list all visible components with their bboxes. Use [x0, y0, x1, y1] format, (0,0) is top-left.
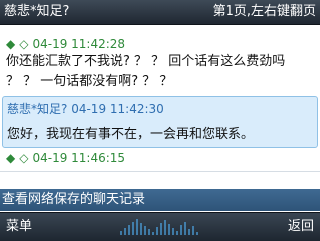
- message-2-highlight[interactable]: 慈悲*知足? 04-19 11:42:30 您好，我现在有事不在，一会再和您联系…: [2, 96, 318, 148]
- message-1-header: ◆ ◇ 04-19 11:42:28: [6, 37, 125, 51]
- message-3-header: ◆ ◇ 04-19 11:46:15: [6, 151, 125, 165]
- message-1-time: 04-19 11:42:28: [32, 37, 126, 51]
- message-2-header: 慈悲*知足? 04-19 11:42:30: [7, 100, 164, 117]
- message-2-time: 04-19 11:42:30: [71, 102, 164, 116]
- message-1-line-2: ？ ？ 一句话都没有啊? ？ ？: [6, 74, 173, 89]
- message-2-sender: 慈悲*知足?: [7, 102, 68, 116]
- back-softkey[interactable]: 返回: [288, 213, 314, 241]
- hollow-diamond-icon: ◇: [19, 151, 29, 165]
- filled-diamond-icon: ◆: [6, 151, 16, 165]
- network-history-link[interactable]: 查看网络保存的聊天记录: [0, 189, 320, 211]
- page-info: 第1页,左右键翻页: [212, 4, 316, 19]
- message-1-line-1: 你还能汇款了不我说? ？ ？ 回个话有这么费劲吗: [6, 54, 286, 69]
- message-3-time: 04-19 11:46:15: [32, 151, 126, 165]
- contact-name: 慈悲*知足?: [4, 4, 70, 19]
- title-bar: 慈悲*知足? 第1页,左右键翻页: [0, 0, 320, 25]
- softkey-bar: 菜单 返回: [0, 212, 320, 241]
- filled-diamond-icon: ◆: [6, 37, 16, 51]
- hollow-diamond-icon: ◇: [19, 37, 29, 51]
- divider: [0, 171, 320, 172]
- signal-bars-icon: [120, 219, 200, 235]
- message-2-body: 您好，我现在有事不在，一会再和您联系。: [7, 127, 255, 142]
- network-history-label: 查看网络保存的聊天记录: [2, 192, 146, 207]
- message-1-body[interactable]: 你还能汇款了不我说? ？ ？ 回个话有这么费劲吗 ？ ？ 一句话都没有啊? ？ …: [6, 52, 316, 92]
- menu-softkey[interactable]: 菜单: [6, 213, 32, 241]
- chat-history[interactable]: ◆ ◇ 04-19 11:42:28 你还能汇款了不我说? ？ ？ 回个话有这么费劲…: [0, 25, 320, 187]
